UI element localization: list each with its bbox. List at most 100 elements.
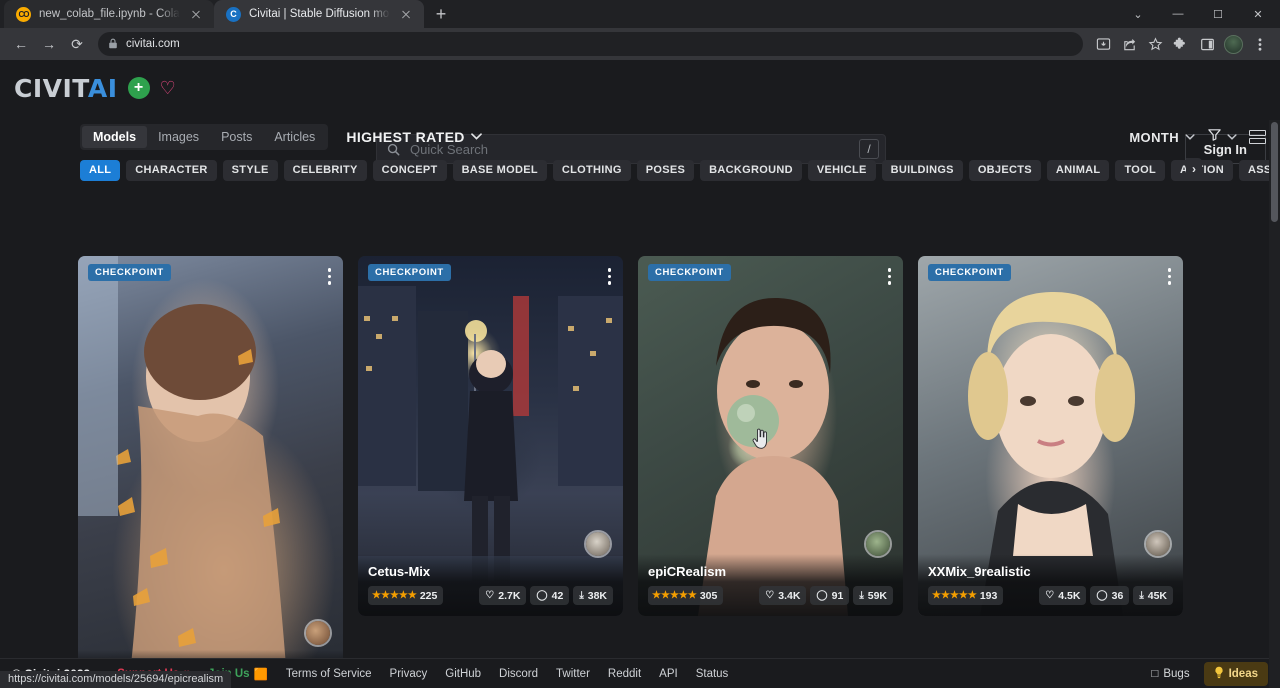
browser-tab-colab[interactable]: CO new_colab_file.ipynb - Colaborat: [4, 0, 214, 28]
forward-icon[interactable]: →: [36, 31, 62, 57]
create-plus-icon[interactable]: +: [128, 77, 150, 99]
maximize-button[interactable]: ☐: [1198, 0, 1238, 28]
footer-right: □ Bugs Ideas: [1143, 662, 1268, 686]
card-stats-right: ♡ 4.5K ◯ 36 ⤓ 45K: [1039, 586, 1173, 605]
model-card[interactable]: CHECKPOINT DreamShaper: [78, 256, 343, 688]
likes-count: 4.5K: [1058, 590, 1080, 602]
card-stats: ★★★★★ 193 ♡ 4.5K ◯ 36: [928, 586, 1173, 605]
chip-style[interactable]: STYLE: [223, 160, 278, 181]
sort-label: HIGHEST RATED: [346, 129, 465, 145]
nav-right-controls: MONTH: [1129, 127, 1266, 147]
likes-stat: ♡ 2.7K: [479, 586, 526, 605]
likes-count: 2.7K: [498, 590, 520, 602]
page-content: CIVITAI + ♡ Quick Search / Sign In Model…: [0, 60, 1280, 688]
downloads-count: 38K: [588, 590, 607, 602]
status-bar-url: https://civitai.com/models/25694/epicrea…: [0, 671, 231, 688]
chip-clothing[interactable]: CLOTHING: [553, 160, 631, 181]
orange-square-icon: 🟧: [254, 667, 268, 681]
model-card[interactable]: CHECKPOINT Cetus-Mix ★★★★★ 225 ♡: [358, 256, 623, 616]
chip-tool[interactable]: TOOL: [1115, 160, 1165, 181]
reload-icon[interactable]: ⟳: [64, 31, 90, 57]
bugs-button[interactable]: □ Bugs: [1143, 665, 1197, 683]
chip-all[interactable]: ALL: [80, 160, 120, 181]
extensions-puzzle-icon[interactable]: [1169, 32, 1193, 56]
chip-vehicle[interactable]: VEHICLE: [808, 160, 876, 181]
avatar[interactable]: [304, 619, 332, 647]
chip-action[interactable]: ACTION: [1171, 160, 1233, 181]
sort-dropdown[interactable]: HIGHEST RATED: [346, 129, 482, 145]
footer-link-api[interactable]: API: [650, 668, 687, 680]
avatar[interactable]: [1144, 530, 1172, 558]
tab-title: new_colab_file.ipynb - Colaborat: [39, 8, 180, 20]
tab-search-icon[interactable]: ⌄: [1118, 0, 1158, 28]
downloads-count: 59K: [868, 590, 887, 602]
site-header: CIVITAI + ♡: [0, 60, 1280, 116]
window-controls: ⌄ — ☐ ✕: [1118, 0, 1280, 28]
footer-link-github[interactable]: GitHub: [436, 668, 490, 680]
chip-character[interactable]: CHARACTER: [126, 160, 216, 181]
chip-celebrity[interactable]: CELEBRITY: [284, 160, 367, 181]
card-menu-icon[interactable]: [1166, 266, 1174, 287]
footer-link-status[interactable]: Status: [687, 668, 738, 680]
close-icon[interactable]: [188, 6, 204, 22]
footer-link-discord[interactable]: Discord: [490, 668, 547, 680]
tab-articles[interactable]: Articles: [263, 126, 326, 148]
layout-toggle-icon[interactable]: [1249, 130, 1266, 144]
footer-link-reddit[interactable]: Reddit: [599, 668, 650, 680]
install-icon[interactable]: [1091, 32, 1115, 56]
category-scroll-next-icon[interactable]: ›: [1186, 158, 1202, 179]
model-type-badge: CHECKPOINT: [648, 264, 731, 281]
chip-objects[interactable]: OBJECTS: [969, 160, 1041, 181]
chip-concept[interactable]: CONCEPT: [373, 160, 447, 181]
comments-count: 36: [1112, 590, 1124, 602]
footer-link-terms[interactable]: Terms of Service: [277, 668, 381, 680]
chrome-menu-icon[interactable]: [1248, 32, 1272, 56]
card-menu-icon[interactable]: [606, 266, 614, 287]
back-icon[interactable]: ←: [8, 31, 34, 57]
model-card[interactable]: CHECKPOINT epiCRealism ★★★★★ 305 ♡: [638, 256, 903, 616]
address-bar[interactable]: civitai.com: [98, 32, 1083, 56]
footer-link-privacy[interactable]: Privacy: [381, 668, 437, 680]
chip-buildings[interactable]: BUILDINGS: [882, 160, 963, 181]
minimize-button[interactable]: —: [1158, 0, 1198, 28]
browser-tab-civitai[interactable]: C Civitai | Stable Diffusion models,: [214, 0, 424, 28]
bookmark-star-icon[interactable]: [1143, 32, 1167, 56]
share-icon[interactable]: [1117, 32, 1141, 56]
avatar[interactable]: [584, 530, 612, 558]
chip-background[interactable]: BACKGROUND: [700, 160, 802, 181]
browser-toolbar: ← → ⟳ civitai.com: [0, 28, 1280, 60]
close-window-button[interactable]: ✕: [1238, 0, 1278, 28]
avatar[interactable]: [864, 530, 892, 558]
model-preview-image: [78, 256, 343, 688]
filter-button[interactable]: [1207, 127, 1237, 147]
tab-posts[interactable]: Posts: [210, 126, 263, 148]
new-tab-button[interactable]: +: [427, 0, 455, 28]
category-chips: ALL CHARACTER STYLE CELEBRITY CONCEPT BA…: [0, 158, 1280, 182]
chip-poses[interactable]: POSES: [637, 160, 694, 181]
scrollbar-thumb[interactable]: [1271, 122, 1278, 222]
card-menu-icon[interactable]: [326, 266, 334, 287]
side-panel-icon[interactable]: [1195, 32, 1219, 56]
lock-icon: [108, 38, 118, 51]
card-stats-right: ♡ 2.7K ◯ 42 ⤓ 38K: [479, 586, 613, 605]
model-card[interactable]: CHECKPOINT XXMix_9realistic ★★★★★ 193: [918, 256, 1183, 616]
toolbar-icons: [1091, 32, 1272, 56]
civitai-logo[interactable]: CIVITAI + ♡: [14, 74, 176, 103]
logo-accent: AI: [88, 74, 118, 103]
rating-stat: ★★★★★ 305: [648, 586, 723, 605]
close-icon[interactable]: [398, 6, 414, 22]
footer-link-twitter[interactable]: Twitter: [547, 668, 599, 680]
profile-avatar[interactable]: [1224, 35, 1243, 54]
chip-animal[interactable]: ANIMAL: [1047, 160, 1110, 181]
section-tabs: Models Images Posts Articles: [80, 124, 328, 150]
vertical-scrollbar[interactable]: ▼: [1269, 120, 1280, 688]
chip-base-model[interactable]: BASE MODEL: [453, 160, 547, 181]
tab-models[interactable]: Models: [82, 126, 147, 148]
card-menu-icon[interactable]: [886, 266, 894, 287]
rating-count: 225: [420, 590, 438, 602]
period-dropdown[interactable]: MONTH: [1129, 130, 1195, 145]
heart-icon[interactable]: ♡: [160, 78, 176, 99]
browser-window: CO new_colab_file.ipynb - Colaborat C Ci…: [0, 0, 1280, 688]
ideas-button[interactable]: Ideas: [1204, 662, 1268, 686]
tab-images[interactable]: Images: [147, 126, 210, 148]
